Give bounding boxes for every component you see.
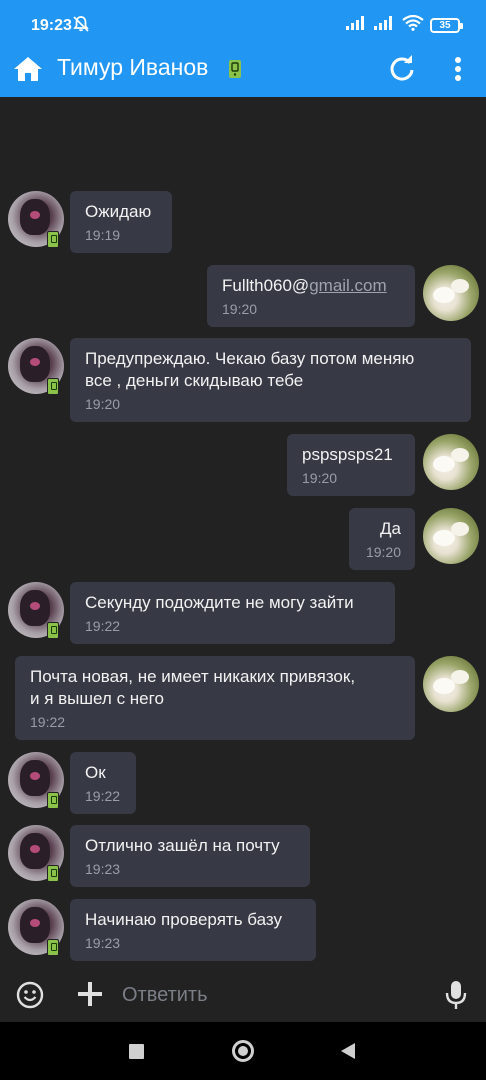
device-icon — [47, 622, 59, 639]
message-time: 19:20 — [85, 396, 121, 412]
plus-icon[interactable] — [77, 981, 103, 1007]
wifi-icon — [402, 14, 424, 36]
device-icon — [228, 59, 242, 84]
device-icon — [47, 939, 59, 956]
message-time: 19:23 — [85, 861, 121, 877]
refresh-icon[interactable] — [388, 55, 416, 83]
message-bubble[interactable]: Почта новая, не имеет никаких привязок, … — [15, 656, 415, 740]
message-bubble[interactable]: Fullth060@gmail.com 19:20 — [207, 265, 415, 327]
more-vert-icon[interactable] — [444, 54, 472, 84]
message-text-line: и я вышел с него — [30, 689, 164, 708]
signal-icon — [346, 16, 368, 35]
message-bubble[interactable]: Секунду подождите не могу зайти 19:22 — [70, 582, 395, 644]
device-icon — [47, 231, 59, 248]
home-nav-icon[interactable] — [232, 1040, 254, 1062]
message-time: 19:22 — [85, 618, 121, 634]
message-text-line: Почта новая, не имеет никаких привязок, — [30, 667, 356, 686]
recents-icon[interactable] — [129, 1044, 144, 1059]
emoji-icon[interactable] — [16, 981, 44, 1009]
message-text: Начинаю проверять базу — [85, 910, 282, 929]
message-text: Да — [380, 519, 401, 538]
message-time: 19:20 — [365, 544, 401, 560]
message-bubble[interactable]: pspspsps21 19:20 — [287, 434, 415, 496]
screen: 19:23 35 Тимур Иванов Ожидаю 19:19 Fullt… — [0, 0, 486, 1080]
device-icon — [47, 792, 59, 809]
message-bubble[interactable]: Да 19:20 — [349, 508, 415, 570]
back-icon[interactable] — [341, 1043, 355, 1059]
message-text: Секунду подождите не могу зайти — [85, 593, 354, 612]
message-bubble[interactable]: Ожидаю 19:19 — [70, 191, 172, 253]
message-text: pspspsps21 — [302, 445, 393, 464]
message-time: 19:22 — [30, 714, 66, 730]
avatar[interactable] — [423, 434, 479, 490]
message-time: 19:20 — [222, 301, 258, 317]
reply-input[interactable] — [122, 981, 422, 1009]
system-nav-bar — [0, 1022, 486, 1080]
avatar[interactable] — [423, 656, 479, 712]
message-time: 19:23 — [85, 935, 121, 951]
avatar[interactable] — [423, 265, 479, 321]
status-bar: 19:23 35 — [0, 0, 486, 42]
message-time: 19:19 — [85, 227, 121, 243]
status-time: 19:23 — [31, 17, 72, 34]
avatar[interactable] — [423, 508, 479, 564]
email-link[interactable]: gmail.com — [309, 276, 386, 295]
bell-off-icon — [72, 15, 90, 38]
message-bubble[interactable]: Отлично зашёл на почту 19:23 — [70, 825, 310, 887]
message-bubble[interactable]: Ок 19:22 — [70, 752, 136, 814]
message-text: Ожидаю — [85, 202, 152, 221]
status-indicators: 35 — [346, 14, 463, 36]
message-text: Ок — [85, 763, 106, 782]
message-text-line: Предупреждаю. Чекаю базу потом меняю — [85, 349, 415, 368]
message-text-user: Fullth060@ — [222, 276, 310, 295]
home-icon[interactable] — [12, 53, 44, 85]
message-bubble[interactable]: Начинаю проверять базу 19:23 — [70, 899, 316, 961]
mic-icon[interactable] — [444, 979, 468, 1011]
message-time: 19:22 — [85, 788, 121, 804]
app-bar: Тимур Иванов — [0, 42, 486, 97]
chat-title[interactable]: Тимур Иванов — [57, 54, 208, 81]
message-text: Отлично зашёл на почту — [85, 836, 280, 855]
composer-bar — [0, 967, 486, 1022]
message-bubble[interactable]: Предупреждаю. Чекаю базу потом меняю все… — [70, 338, 471, 422]
device-icon — [47, 378, 59, 395]
message-text: Fullth060@gmail.com — [222, 275, 400, 297]
message-text-line: все , деньги скидываю тебе — [85, 371, 304, 390]
message-time: 19:20 — [302, 470, 338, 486]
signal-icon-2 — [374, 16, 396, 35]
message-list[interactable]: Ожидаю 19:19 Fullth060@gmail.com 19:20 П… — [0, 97, 486, 967]
device-icon — [47, 865, 59, 882]
battery-indicator: 35 — [430, 18, 463, 33]
